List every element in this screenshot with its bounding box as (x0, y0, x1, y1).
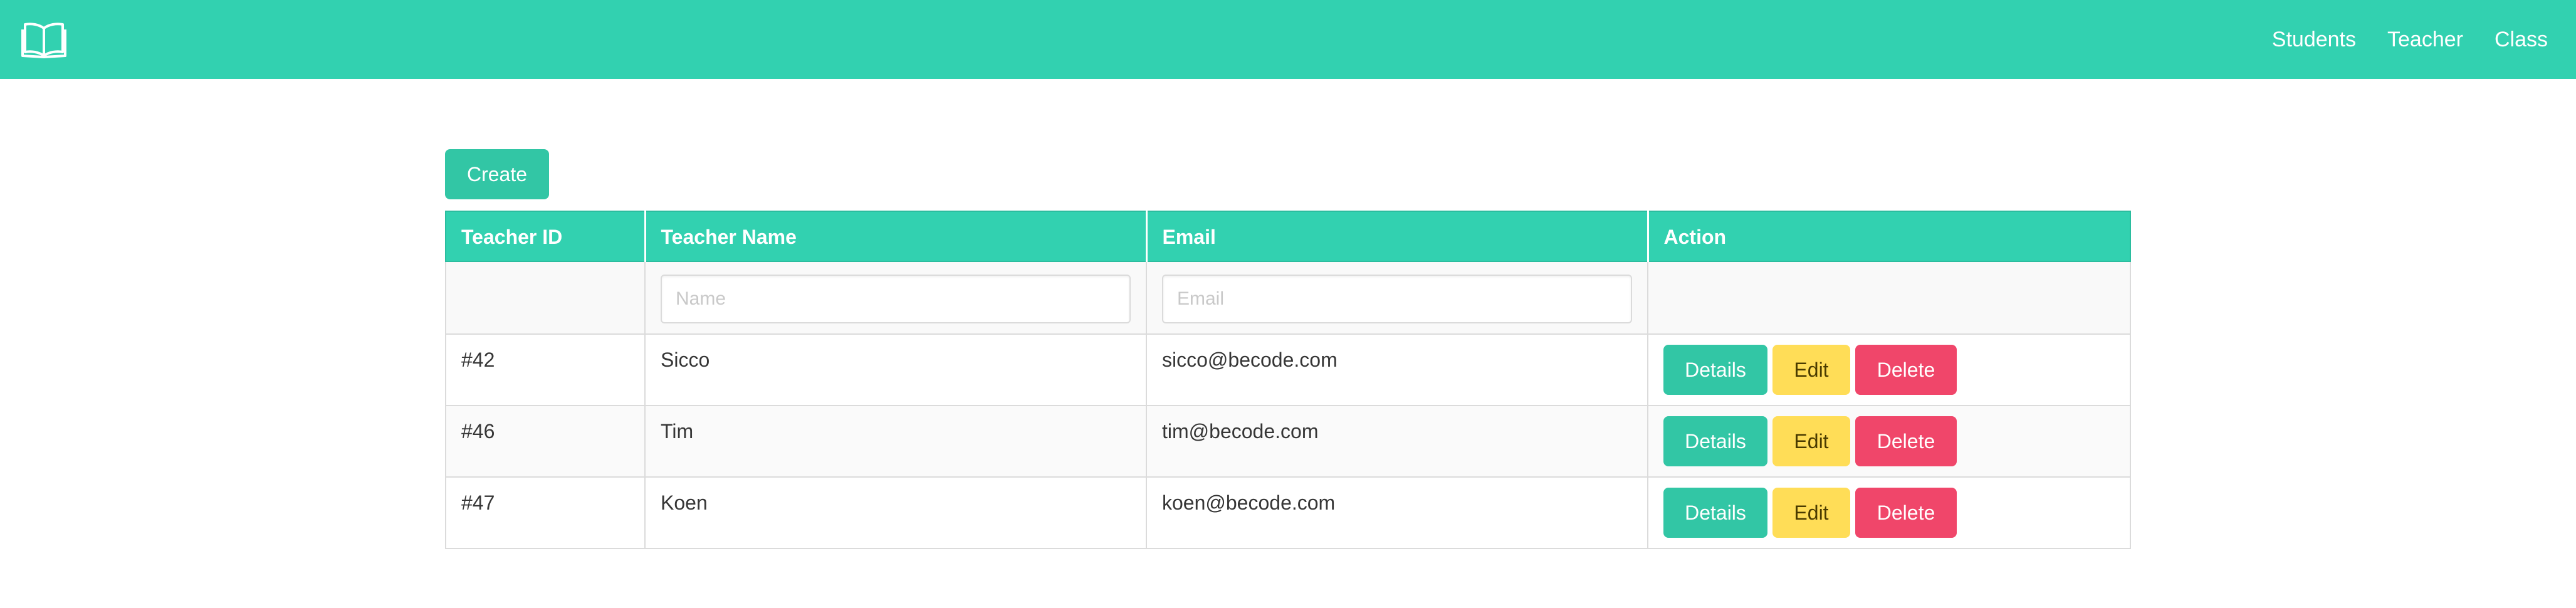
row-actions: Details Edit Delete (1663, 488, 2115, 538)
details-button[interactable]: Details (1663, 488, 1767, 538)
edit-button[interactable]: Edit (1772, 488, 1850, 538)
details-button[interactable]: Details (1663, 345, 1767, 395)
edit-button[interactable]: Edit (1772, 345, 1850, 395)
column-header-action: Action (1647, 211, 2131, 262)
open-book-icon (21, 21, 66, 58)
name-filter-input[interactable] (661, 275, 1131, 323)
edit-button[interactable]: Edit (1772, 416, 1850, 466)
delete-button[interactable]: Delete (1855, 416, 1957, 466)
teacher-name-cell: Koen (644, 476, 1147, 549)
table-row: #42 Sicco sicco@becode.com Details Edit … (445, 333, 2131, 406)
row-actions: Details Edit Delete (1663, 345, 2115, 395)
teacher-name-cell: Sicco (644, 333, 1147, 406)
teacher-id-cell: #47 (445, 476, 646, 549)
action-cell: Details Edit Delete (1647, 405, 2131, 478)
filter-row (445, 261, 2131, 335)
delete-button[interactable]: Delete (1855, 488, 1957, 538)
column-header-teacher-name: Teacher Name (644, 211, 1147, 262)
filter-cell-email (1146, 261, 1648, 335)
navbar: Students Teacher Class (0, 0, 2576, 79)
column-header-email: Email (1145, 211, 1648, 262)
row-actions: Details Edit Delete (1663, 416, 2115, 466)
delete-button[interactable]: Delete (1855, 345, 1957, 395)
teachers-table: Teacher ID Teacher Name Email Action #42… (445, 211, 2131, 549)
teacher-email-cell: koen@becode.com (1146, 476, 1648, 549)
teacher-id-cell: #46 (445, 405, 646, 478)
brand-logo[interactable] (0, 0, 66, 79)
filter-cell-id (445, 261, 646, 335)
table-header-row: Teacher ID Teacher Name Email Action (445, 211, 2131, 262)
action-cell: Details Edit Delete (1647, 476, 2131, 549)
teacher-email-cell: sicco@becode.com (1146, 333, 1648, 406)
table-row: #46 Tim tim@becode.com Details Edit Dele… (445, 405, 2131, 478)
details-button[interactable]: Details (1663, 416, 1767, 466)
teacher-id-cell: #42 (445, 333, 646, 406)
filter-cell-action (1647, 261, 2131, 335)
nav-link-teacher[interactable]: Teacher (2372, 0, 2479, 79)
nav-links: Students Teacher Class (2256, 0, 2576, 79)
column-header-teacher-id: Teacher ID (445, 211, 646, 262)
teacher-name-cell: Tim (644, 405, 1147, 478)
main-content: Create Teacher ID Teacher Name Email Act… (445, 149, 2131, 549)
nav-link-class[interactable]: Class (2479, 0, 2563, 79)
action-cell: Details Edit Delete (1647, 333, 2131, 406)
email-filter-input[interactable] (1162, 275, 1632, 323)
teacher-email-cell: tim@becode.com (1146, 405, 1648, 478)
nav-link-students[interactable]: Students (2256, 0, 2372, 79)
table-row: #47 Koen koen@becode.com Details Edit De… (445, 476, 2131, 549)
create-button[interactable]: Create (445, 149, 549, 199)
filter-cell-name (644, 261, 1147, 335)
